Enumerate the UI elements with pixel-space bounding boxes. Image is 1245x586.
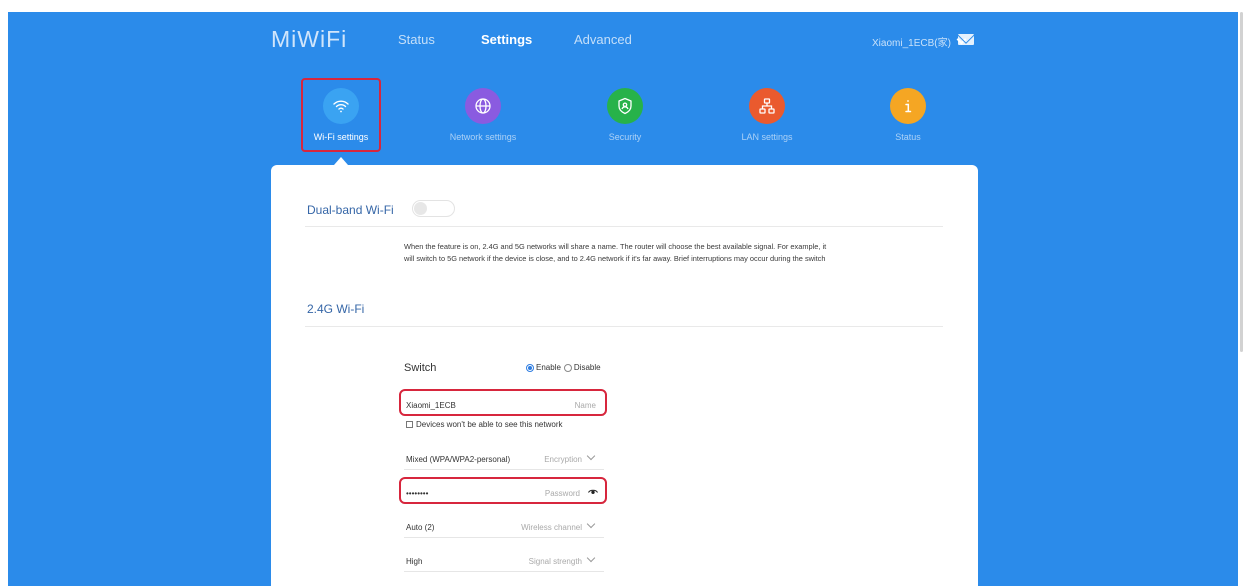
strength-label: Signal strength <box>528 557 582 566</box>
settings-panel: Dual-band Wi-Fi When the feature is on, … <box>271 165 978 586</box>
dual-band-title: Dual-band Wi-Fi <box>307 203 394 217</box>
category-label: LAN settings <box>741 132 793 142</box>
category-label: Status <box>895 132 921 142</box>
switch-label: Switch <box>404 362 437 374</box>
category-status[interactable]: Status <box>868 88 948 142</box>
hide-network-label: Devices won't be able to see this networ… <box>416 420 563 429</box>
signal-strength-select[interactable]: High Signal strength <box>404 549 604 572</box>
category-label: Network settings <box>449 132 517 142</box>
miwifi-logo: MiWiFi <box>271 26 348 52</box>
globe-icon <box>465 88 501 124</box>
chevron-down-icon <box>586 451 596 461</box>
disable-radio[interactable] <box>563 363 572 372</box>
nav-settings[interactable]: Settings <box>481 32 532 47</box>
password-field-highlight <box>399 477 607 504</box>
selected-category-highlight <box>301 78 381 152</box>
switch-radio-group: Enable Disable <box>526 363 601 372</box>
disable-label: Disable <box>573 363 601 372</box>
account-name: Xiaomi_1ECB(家) <box>872 38 951 49</box>
encryption-value: Mixed (WPA/WPA2-personal) <box>406 455 511 464</box>
channel-label: Wireless channel <box>521 523 582 532</box>
enable-label: Enable <box>536 363 561 372</box>
active-category-pointer <box>334 157 348 165</box>
channel-value: Auto (2) <box>406 523 435 532</box>
category-security[interactable]: Security <box>585 88 665 142</box>
nav-status[interactable]: Status <box>398 32 435 47</box>
description-line: When the feature is on, 2.4G and 5G netw… <box>404 242 827 251</box>
category-label: Security <box>608 132 642 142</box>
mail-icon[interactable] <box>958 34 974 45</box>
dual-band-description: When the feature is on, 2.4G and 5G netw… <box>404 241 944 265</box>
lan-icon <box>749 88 785 124</box>
dual-band-toggle[interactable] <box>412 200 455 217</box>
chevron-down-icon <box>586 519 596 529</box>
enable-radio[interactable] <box>526 363 534 372</box>
nav-advanced[interactable]: Advanced <box>574 32 632 47</box>
encryption-select[interactable]: Mixed (WPA/WPA2-personal) Encryption <box>404 447 604 470</box>
checkbox-box <box>406 421 413 428</box>
encryption-label: Encryption <box>544 455 582 464</box>
hide-network-checkbox[interactable]: Devices won't be able to see this networ… <box>406 420 563 429</box>
account-menu[interactable]: Xiaomi_1ECB(家) <box>872 34 967 49</box>
category-lan-settings[interactable]: LAN settings <box>727 88 807 142</box>
divider <box>305 226 943 227</box>
wifi-24g-title: 2.4G Wi-Fi <box>307 302 365 316</box>
info-icon <box>890 88 926 124</box>
chevron-down-icon <box>586 553 596 563</box>
wireless-channel-select[interactable]: Auto (2) Wireless channel <box>404 515 604 538</box>
toggle-knob <box>414 202 427 215</box>
shield-icon <box>607 88 643 124</box>
name-field-highlight <box>399 389 607 416</box>
category-network-settings[interactable]: Network settings <box>443 88 523 142</box>
strength-value: High <box>406 557 423 566</box>
router-admin-page: MiWiFi Status Settings Advanced Xiaomi_1… <box>8 12 1238 586</box>
description-line: will switch to 5G network if the device … <box>404 254 826 263</box>
scrollbar-thumb[interactable] <box>1240 12 1243 352</box>
divider <box>305 326 943 327</box>
